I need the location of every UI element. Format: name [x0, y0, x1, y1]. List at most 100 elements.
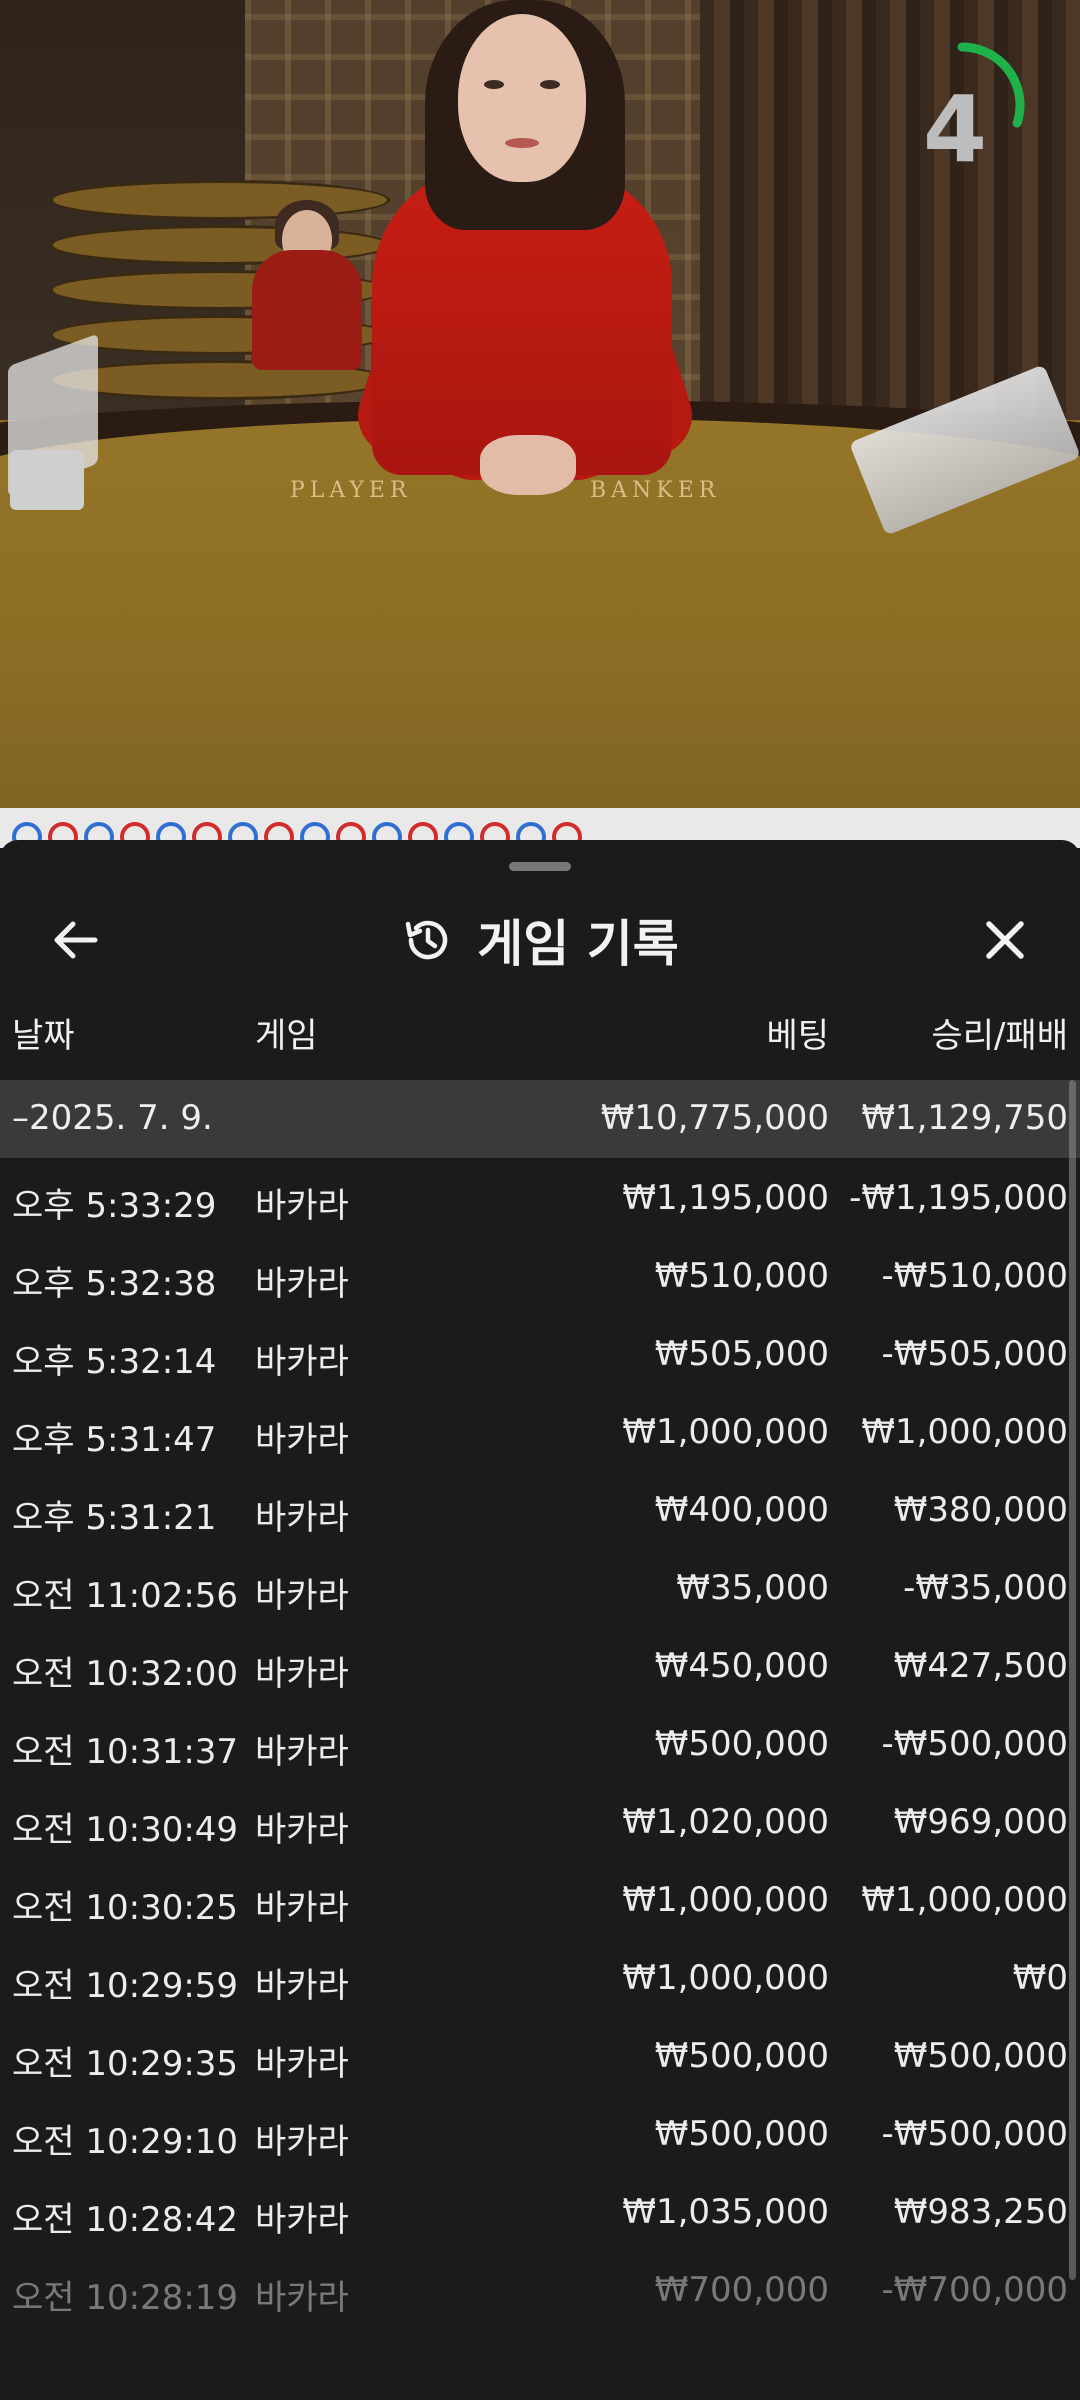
row-game: 바카라	[255, 1186, 349, 1226]
row-time: 오전 11:02:56	[12, 1576, 239, 1616]
row-time: 오후 5:32:14	[12, 1342, 217, 1382]
scrollbar[interactable]	[1069, 1080, 1076, 2280]
row-bet: ₩1,000,000	[622, 1958, 829, 1998]
row-bet: ₩1,020,000	[622, 1802, 829, 1842]
history-row[interactable]: 오후 5:31:47 바카라 ₩1,000,000 ₩1,000,000	[0, 1396, 1080, 1474]
row-time: 오전 10:28:19	[12, 2278, 239, 2318]
row-result: -₩500,000	[881, 2114, 1069, 2154]
row-result: -₩505,000	[881, 1334, 1069, 1374]
row-result: ₩983,250	[893, 2192, 1068, 2232]
history-row[interactable]: 오후 5:31:21 바카라 ₩400,000 ₩380,000	[0, 1474, 1080, 1552]
history-row[interactable]: 오전 10:29:35 바카라 ₩500,000 ₩500,000	[0, 2020, 1080, 2098]
history-row[interactable]: 오전 10:31:37 바카라 ₩500,000 -₩500,000	[0, 1708, 1080, 1786]
row-game: 바카라	[255, 1732, 349, 1772]
row-time: 오전 10:31:37	[12, 1732, 239, 1772]
row-result: -₩700,000	[881, 2270, 1069, 2310]
row-time: 오후 5:31:47	[12, 1420, 217, 1460]
summary-date: –2025. 7. 9.	[12, 1098, 213, 1138]
row-game: 바카라	[255, 1888, 349, 1928]
row-bet: ₩1,195,000	[622, 1178, 829, 1218]
row-result: ₩380,000	[893, 1490, 1068, 1530]
row-game: 바카라	[255, 2278, 349, 2318]
row-time: 오후 5:33:29	[12, 1186, 217, 1226]
history-row[interactable]: 오전 10:30:49 바카라 ₩1,020,000 ₩969,000	[0, 1786, 1080, 1864]
row-time: 오전 10:30:49	[12, 1810, 239, 1850]
row-game: 바카라	[255, 1342, 349, 1382]
row-time: 오전 10:30:25	[12, 1888, 239, 1928]
summary-bet: ₩10,775,000	[600, 1098, 829, 1138]
row-bet: ₩500,000	[654, 2114, 829, 2154]
row-time: 오전 10:32:00	[12, 1654, 239, 1694]
sheet-drag-handle[interactable]	[509, 862, 571, 871]
history-row[interactable]: 오전 10:28:19 바카라 ₩700,000 -₩700,000	[0, 2254, 1080, 2332]
column-header-game: 게임	[255, 1016, 318, 1056]
card-box	[10, 450, 84, 510]
row-bet: ₩450,000	[654, 1646, 829, 1686]
row-bet: ₩400,000	[654, 1490, 829, 1530]
table-header: 날짜 게임 베팅 승리/패배	[0, 1008, 1080, 1058]
close-button[interactable]	[965, 900, 1045, 980]
history-row[interactable]: 오전 11:02:56 바카라 ₩35,000 -₩35,000	[0, 1552, 1080, 1630]
row-bet: ₩500,000	[654, 2036, 829, 2076]
row-result: ₩500,000	[893, 2036, 1068, 2076]
row-game: 바카라	[255, 2044, 349, 2084]
row-bet: ₩510,000	[654, 1256, 829, 1296]
summary-result: ₩1,129,750	[861, 1098, 1068, 1138]
row-time: 오전 10:29:35	[12, 2044, 239, 2084]
game-history-sheet: 게임 기록 날짜 게임 베팅 승리/패배 –2025. 7. 9. ₩10,77…	[0, 840, 1080, 2400]
row-time: 오전 10:29:10	[12, 2122, 239, 2162]
date-summary-row[interactable]: –2025. 7. 9. ₩10,775,000 ₩1,129,750	[0, 1080, 1080, 1158]
row-time: 오전 10:28:42	[12, 2200, 239, 2240]
row-bet: ₩1,000,000	[622, 1880, 829, 1920]
row-game: 바카라	[255, 1420, 349, 1460]
column-header-result: 승리/패배	[931, 1016, 1068, 1056]
table-label-banker: BANKER	[590, 478, 721, 503]
row-result: -₩1,195,000	[849, 1178, 1068, 1218]
sheet-header: 게임 기록	[0, 900, 1080, 980]
history-row[interactable]: 오전 10:32:00 바카라 ₩450,000 ₩427,500	[0, 1630, 1080, 1708]
row-bet: ₩700,000	[654, 2270, 829, 2310]
row-game: 바카라	[255, 1264, 349, 1304]
table-label-player: PLAYER	[290, 478, 412, 503]
live-dealer-video: PLAYER BANKER 4	[0, 0, 1080, 808]
row-result: -₩500,000	[881, 1724, 1069, 1764]
row-result: ₩1,000,000	[861, 1880, 1068, 1920]
row-bet: ₩500,000	[654, 1724, 829, 1764]
row-result: ₩427,500	[893, 1646, 1068, 1686]
row-game: 바카라	[255, 2122, 349, 2162]
history-row[interactable]: 오전 10:29:59 바카라 ₩1,000,000 ₩0	[0, 1942, 1080, 2020]
history-row[interactable]: 오후 5:33:29 바카라 ₩1,195,000 -₩1,195,000	[0, 1162, 1080, 1240]
history-row[interactable]: 오후 5:32:38 바카라 ₩510,000 -₩510,000	[0, 1240, 1080, 1318]
countdown-value: 4	[922, 76, 987, 183]
close-icon	[986, 921, 1024, 959]
history-row[interactable]: 오전 10:28:42 바카라 ₩1,035,000 ₩983,250	[0, 2176, 1080, 2254]
dealer-hands	[480, 435, 576, 495]
row-game: 바카라	[255, 1498, 349, 1538]
row-bet: ₩1,000,000	[622, 1412, 829, 1452]
row-time: 오전 10:29:59	[12, 1966, 239, 2006]
row-time: 오후 5:32:38	[12, 1264, 217, 1304]
row-game: 바카라	[255, 1966, 349, 2006]
history-row[interactable]: 오전 10:30:25 바카라 ₩1,000,000 ₩1,000,000	[0, 1864, 1080, 1942]
row-result: -₩35,000	[903, 1568, 1068, 1608]
row-bet: ₩1,035,000	[622, 2192, 829, 2232]
row-time: 오후 5:31:21	[12, 1498, 217, 1538]
history-icon	[406, 920, 448, 960]
sheet-title: 게임 기록	[477, 915, 679, 973]
row-result: -₩510,000	[881, 1256, 1069, 1296]
row-result: ₩1,000,000	[861, 1412, 1068, 1452]
row-game: 바카라	[255, 1810, 349, 1850]
row-result: ₩969,000	[893, 1802, 1068, 1842]
dealer-face	[458, 14, 586, 182]
row-game: 바카라	[255, 2200, 349, 2240]
column-header-bet: 베팅	[766, 1016, 829, 1056]
row-bet: ₩35,000	[676, 1568, 829, 1608]
history-row[interactable]: 오전 10:29:10 바카라 ₩500,000 -₩500,000	[0, 2098, 1080, 2176]
row-result: ₩0	[1012, 1958, 1068, 1998]
row-game: 바카라	[255, 1654, 349, 1694]
row-game: 바카라	[255, 1576, 349, 1616]
history-row[interactable]: 오후 5:32:14 바카라 ₩505,000 -₩505,000	[0, 1318, 1080, 1396]
row-bet: ₩505,000	[654, 1334, 829, 1374]
history-list[interactable]: 오후 5:33:29 바카라 ₩1,195,000 -₩1,195,000 오후 5:3…	[0, 1158, 1080, 2400]
column-header-date: 날짜	[12, 1016, 75, 1056]
